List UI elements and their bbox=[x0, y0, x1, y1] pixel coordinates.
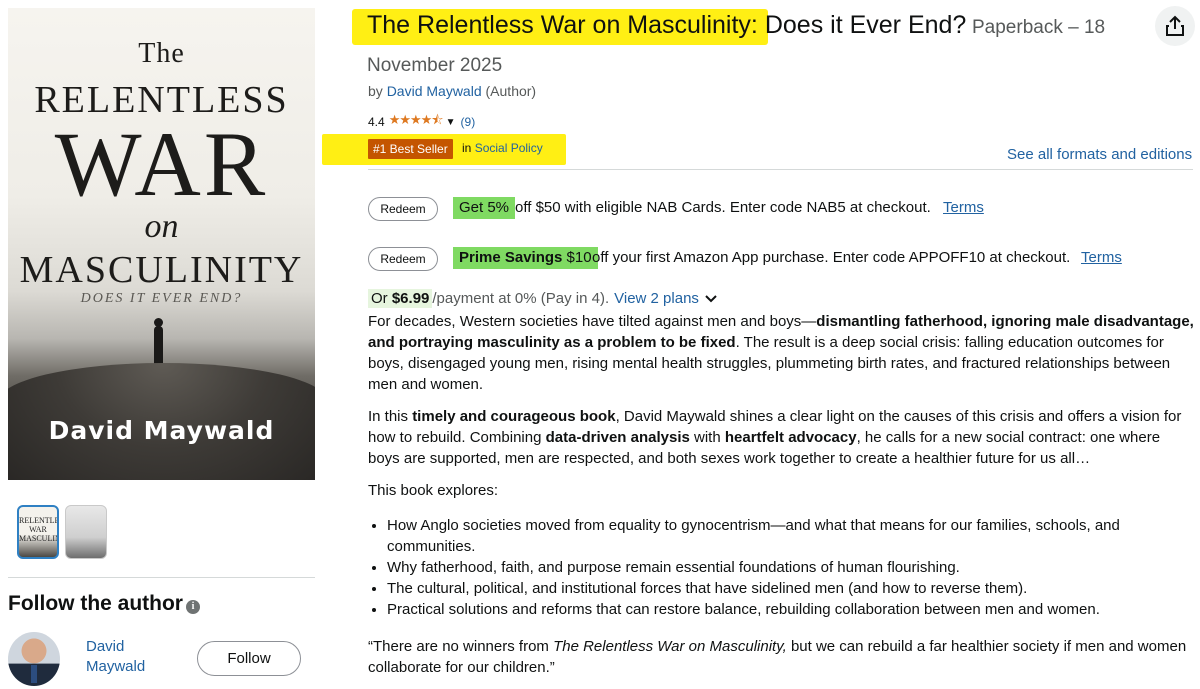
info-icon[interactable]: i bbox=[186, 600, 200, 614]
thumbnail-back-cover[interactable] bbox=[65, 505, 107, 559]
explores-heading: This book explores: bbox=[368, 482, 499, 499]
list-item: How Anglo societies moved from equality … bbox=[387, 515, 1159, 557]
rating-row[interactable]: 4.4 ★★★★⯪ ▼ (9) bbox=[368, 111, 475, 133]
byline-role: (Author) bbox=[481, 83, 537, 99]
quote-text: “There are no winners from bbox=[368, 638, 554, 655]
byline-prefix: by bbox=[368, 83, 387, 99]
star-icon[interactable]: ★★★★⯪ bbox=[389, 111, 444, 133]
promo-tag-rest: $10 bbox=[562, 249, 592, 266]
redeem-button[interactable]: Redeem bbox=[368, 247, 438, 271]
promo-text: off $50 with eligible NAB Cards. Enter c… bbox=[515, 199, 931, 216]
description-paragraph-1: For decades, Western societies have tilt… bbox=[368, 311, 1194, 395]
rating-value: 4.4 bbox=[368, 115, 385, 129]
description-paragraph-2: In this timely and courageous book, Davi… bbox=[368, 406, 1194, 469]
follow-button[interactable]: Follow bbox=[197, 641, 301, 676]
promo-tag: Get 5% bbox=[453, 197, 516, 219]
divider bbox=[8, 577, 315, 578]
list-item: Practical solutions and reforms that can… bbox=[387, 599, 1159, 620]
divider bbox=[368, 169, 1193, 170]
promo-tag: Prime Savings $10 bbox=[453, 247, 598, 269]
cover-text-war: WAR bbox=[54, 113, 269, 215]
payment-price: $6.99 bbox=[391, 290, 430, 307]
payment-rest: /payment at 0% (Pay in 4). bbox=[432, 290, 610, 307]
terms-link[interactable]: Terms bbox=[943, 199, 984, 216]
desc-text: For decades, Western societies have tilt… bbox=[368, 313, 817, 330]
product-title: The Relentless War on Masculinity: Does … bbox=[367, 11, 966, 40]
list-item: The cultural, political, and institution… bbox=[387, 578, 1159, 599]
chevron-glyph bbox=[705, 294, 717, 302]
desc-bold: timely and courageous book bbox=[412, 408, 616, 425]
desc-bold: data-driven analysis bbox=[545, 429, 690, 446]
author-link[interactable]: David Maywald bbox=[387, 83, 482, 99]
bestseller-category: in Social Policy bbox=[462, 141, 543, 155]
chevron-down-icon[interactable]: ▼ bbox=[446, 117, 456, 128]
cover-subtitle: DOES IT EVER END? bbox=[80, 291, 243, 306]
cover-author: David Maywald bbox=[48, 416, 275, 445]
share-glyph bbox=[1166, 15, 1184, 36]
cover-text-masculinity: MASCULINITY bbox=[19, 249, 304, 291]
cover-text-the: The bbox=[138, 38, 185, 69]
chevron-down-icon[interactable] bbox=[705, 294, 717, 303]
bestseller-category-link[interactable]: Social Policy bbox=[475, 141, 543, 155]
view-plans-link[interactable]: View 2 plans bbox=[614, 290, 699, 307]
thumbnail-text: RELENTLESS WAR MASCULINITY bbox=[19, 516, 59, 543]
terms-link[interactable]: Terms bbox=[1081, 249, 1122, 266]
product-title-highlighted: The Relentless War on Masculinity: bbox=[367, 11, 758, 39]
book-cover-image[interactable]: The RELENTLESS WAR on MASCULINITY DOES I… bbox=[8, 8, 315, 480]
format-label: Paperback – 18 bbox=[972, 17, 1106, 38]
rating-count-link[interactable]: (9) bbox=[461, 115, 476, 129]
follow-author-heading: Follow the author bbox=[8, 592, 183, 615]
desc-bold: heartfelt advocacy bbox=[724, 429, 857, 446]
redeem-button[interactable]: Redeem bbox=[368, 197, 438, 221]
bestseller-badge[interactable]: #1 Best Seller bbox=[368, 139, 453, 159]
payment-line: Or $6.99 /payment at 0% (Pay in 4). View… bbox=[368, 289, 717, 308]
desc-text: In this bbox=[368, 408, 413, 425]
list-item: Why fatherhood, faith, and purpose remai… bbox=[387, 557, 1159, 578]
explores-list: How Anglo societies moved from equality … bbox=[369, 515, 1159, 620]
author-name-link[interactable]: David Maywald bbox=[86, 637, 166, 677]
byline: by David Maywald (Author) bbox=[368, 83, 536, 99]
thumbnail-front-cover[interactable]: RELENTLESS WAR MASCULINITY bbox=[17, 505, 59, 559]
see-all-formats-link[interactable]: See all formats and editions bbox=[1007, 146, 1192, 163]
promo-text: off your first Amazon App purchase. Ente… bbox=[592, 249, 1071, 266]
author-avatar[interactable] bbox=[8, 632, 60, 686]
avatar-tie bbox=[31, 665, 37, 683]
promo-tag-bold: Prime Savings bbox=[459, 249, 563, 266]
bestseller-in: in bbox=[462, 141, 475, 155]
cover-text-on: on bbox=[144, 208, 179, 245]
format-date: November 2025 bbox=[367, 55, 503, 76]
share-icon[interactable] bbox=[1155, 6, 1195, 46]
product-title-rest: Does it Ever End? bbox=[757, 11, 967, 39]
payment-price-tag: Or $6.99 bbox=[368, 289, 433, 308]
description-quote: “There are no winners from The Relentles… bbox=[368, 636, 1194, 678]
quote-italic: The Relentless War on Masculinity, bbox=[553, 638, 787, 655]
payment-or: Or bbox=[371, 290, 392, 307]
desc-text: with bbox=[689, 429, 725, 446]
